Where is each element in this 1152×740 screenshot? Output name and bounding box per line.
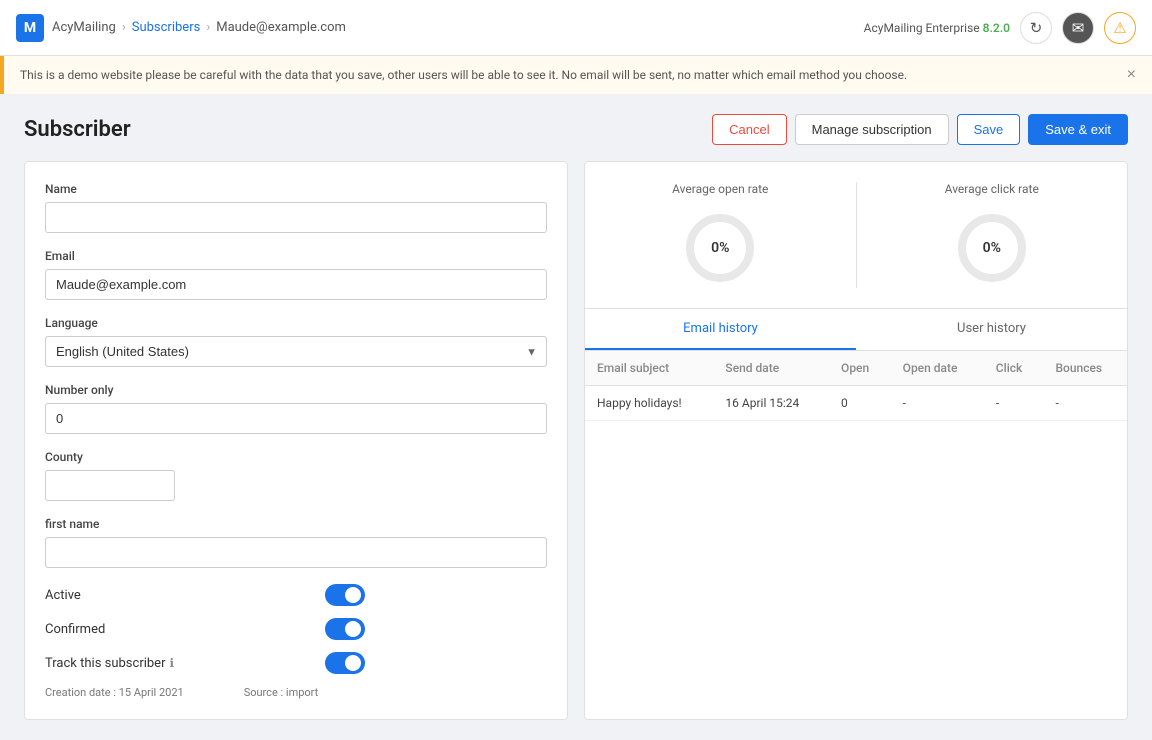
name-label: Name [45,182,547,196]
open-rate-donut: 0% [680,208,760,288]
county-input[interactable] [45,470,175,501]
language-select-wrap: English (United States) ▼ [45,336,547,367]
tab-user-history[interactable]: User history [856,309,1127,350]
content-grid: Name Email Language English (United Stat… [24,161,1128,720]
email-input[interactable] [45,269,547,300]
confirmed-toggle-row: Confirmed [45,618,365,640]
warning-button[interactable]: ⚠ [1104,12,1136,44]
county-group: County [45,450,547,501]
cell-open-date: - [891,386,984,421]
track-toggle[interactable] [325,652,365,674]
confirmed-toggle[interactable] [325,618,365,640]
save-exit-button[interactable]: Save & exit [1028,114,1128,145]
version-info: AcyMailing Enterprise 8.2.0 [864,21,1010,35]
confirmed-label: Confirmed [45,622,105,637]
number-only-input[interactable] [45,403,547,434]
active-toggle-row: Active [45,584,365,606]
county-label: County [45,450,547,464]
click-rate-donut: 0% [952,208,1032,288]
creation-date: Creation date : 15 April 2021 [45,686,184,699]
form-footer: Creation date : 15 April 2021 Source : i… [45,686,547,699]
track-toggle-row: Track this subscriber ℹ [45,652,365,674]
col-click: Click [984,351,1044,386]
active-label: Active [45,588,81,603]
logo[interactable]: M [16,14,44,42]
right-panel: Average open rate 0% Average click rate [584,161,1128,720]
language-label: Language [45,316,547,330]
col-open: Open [829,351,891,386]
col-bounces: Bounces [1043,351,1127,386]
name-input[interactable] [45,202,547,233]
open-rate-value: 0% [711,240,729,256]
active-toggle[interactable] [325,584,365,606]
refresh-button[interactable]: ↻ [1020,12,1052,44]
cell-click: - [984,386,1044,421]
open-rate-stat: Average open rate 0% [585,182,857,288]
history-tabs: Email history User history [585,309,1127,351]
save-button[interactable]: Save [957,114,1021,145]
first-name-label: first name [45,517,547,531]
breadcrumb-sep-2: › [206,20,210,35]
breadcrumb-sep-1: › [122,20,126,35]
alert-close-button[interactable]: × [1127,66,1136,84]
info-icon[interactable]: ℹ [170,656,175,670]
email-label: Email [45,249,547,263]
alert-text: This is a demo website please be careful… [20,68,907,82]
col-send-date: Send date [713,351,829,386]
main-content: Subscriber Cancel Manage subscription Sa… [0,94,1152,740]
manage-subscription-button[interactable]: Manage subscription [795,114,949,145]
breadcrumb: AcyMailing › Subscribers › Maude@example… [52,20,346,35]
left-panel: Name Email Language English (United Stat… [24,161,568,720]
page-header: Subscriber Cancel Manage subscription Sa… [24,114,1128,145]
breadcrumb-subscribers[interactable]: Subscribers [132,20,201,35]
col-email-subject: Email subject [585,351,713,386]
language-group: Language English (United States) ▼ [45,316,547,367]
table-header-row: Email subject Send date Open Open date C… [585,351,1127,386]
tab-email-history[interactable]: Email history [585,309,856,350]
click-rate-stat: Average click rate 0% [857,182,1128,288]
cell-bounces: - [1043,386,1127,421]
page-title: Subscriber [24,117,131,142]
first-name-input[interactable] [45,537,547,568]
click-rate-label: Average click rate [945,182,1039,196]
action-buttons: Cancel Manage subscription Save Save & e… [712,114,1128,145]
table-row: Happy holidays! 16 April 15:24 0 - - - [585,386,1127,421]
first-name-group: first name [45,517,547,568]
name-group: Name [45,182,547,233]
track-label: Track this subscriber ℹ [45,656,174,671]
alert-banner: This is a demo website please be careful… [0,56,1152,94]
header-right: AcyMailing Enterprise 8.2.0 ↻ ✉ ⚠ [864,12,1136,44]
breadcrumb-app: AcyMailing [52,20,116,35]
cell-subject: Happy holidays! [585,386,713,421]
cell-open: 0 [829,386,891,421]
header: M AcyMailing › Subscribers › Maude@examp… [0,0,1152,56]
history-table: Email subject Send date Open Open date C… [585,351,1127,421]
cell-send-date: 16 April 15:24 [713,386,829,421]
email-group: Email [45,249,547,300]
col-open-date: Open date [891,351,984,386]
email-settings-button[interactable]: ✉ [1062,12,1094,44]
source-info: Source : import [244,686,319,699]
cancel-button[interactable]: Cancel [712,114,786,145]
breadcrumb-email: Maude@example.com [216,20,346,35]
number-only-label: Number only [45,383,547,397]
language-select[interactable]: English (United States) [45,336,547,367]
number-only-group: Number only [45,383,547,434]
click-rate-value: 0% [983,240,1001,256]
stats-row: Average open rate 0% Average click rate [585,162,1127,309]
header-left: M AcyMailing › Subscribers › Maude@examp… [16,14,346,42]
open-rate-label: Average open rate [672,182,768,196]
